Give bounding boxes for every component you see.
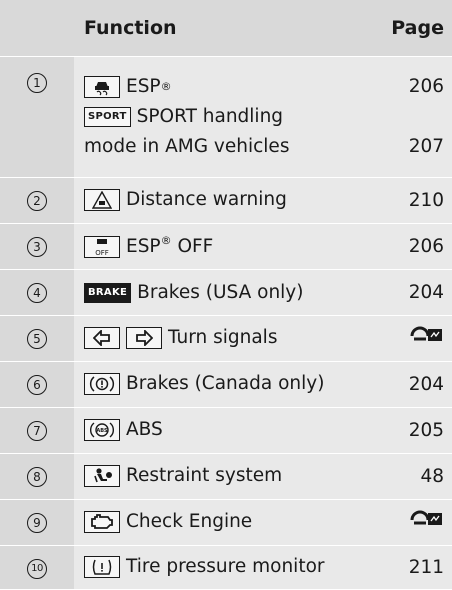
function-label: SPORT handling <box>136 106 284 127</box>
function-label: Brakes (USA only) <box>137 281 304 303</box>
function-label-suffix: OFF <box>171 236 214 257</box>
row-number: 7 <box>27 421 47 441</box>
function-label: Check Engine <box>126 511 253 532</box>
function-label: ESP <box>126 236 161 257</box>
row-number: 1 <box>27 72 47 93</box>
steering-wheel-display-icon <box>410 326 444 351</box>
esp-off-icon: OFF <box>84 236 120 258</box>
row-number: 2 <box>27 191 47 211</box>
function-label: Restraint system <box>126 465 283 486</box>
header-page: Page <box>360 0 452 57</box>
page-number: 48 <box>420 465 444 487</box>
check-engine-icon <box>84 511 120 533</box>
table-row: 8 Restraint system 48 <box>0 453 452 500</box>
row-number: 5 <box>27 329 47 349</box>
page-number: 210 <box>408 189 444 211</box>
function-label: Tire pressure monitor <box>126 556 325 577</box>
page-number: 204 <box>408 281 444 303</box>
page-number: 211 <box>408 556 444 578</box>
brake-warning-icon <box>84 373 120 395</box>
function-label: Distance warning <box>126 189 287 210</box>
page-number: 206 <box>408 235 444 257</box>
row-number: 4 <box>27 283 47 303</box>
brake-badge: BRAKE <box>84 282 132 303</box>
page-number: 204 <box>408 373 444 395</box>
steering-wheel-display-icon <box>410 510 444 535</box>
function-label: ABS <box>126 419 163 440</box>
table-row: 9 Check Engine <box>0 499 452 546</box>
table-row: 4 BRAKE Brakes (USA only) 204 <box>0 269 452 316</box>
function-label: mode in AMG vehicles <box>84 136 290 157</box>
table-header: Function Page <box>0 0 452 57</box>
turn-left-icon <box>84 327 120 349</box>
function-label: Turn signals <box>168 327 278 348</box>
esp-off-icon-text: OFF <box>95 249 109 257</box>
registered-mark: ® <box>160 234 172 247</box>
row-number: 8 <box>27 467 47 487</box>
table-row: 7 ABS ABS 205 <box>0 407 452 454</box>
function-label: ESP <box>126 76 161 97</box>
page-number: 205 <box>408 419 444 441</box>
page-number: 207 <box>408 136 444 157</box>
page-number: 206 <box>408 76 444 97</box>
esp-icon <box>84 75 120 98</box>
row-number: 3 <box>27 237 47 257</box>
table-row: 6 Brakes (Canada only) 204 <box>0 361 452 408</box>
table-row: 3 OFF ESP® OFF 206 <box>0 223 452 270</box>
table-row: 10 Tire pressure monitor 211 <box>0 545 452 590</box>
row-number: 10 <box>27 559 47 579</box>
distance-warning-icon <box>84 189 120 211</box>
header-number-cell <box>0 0 74 57</box>
tire-pressure-icon <box>84 556 120 578</box>
turn-right-icon <box>126 327 162 349</box>
abs-icon-text: ABS <box>96 428 108 434</box>
restraint-system-icon <box>84 465 120 487</box>
table-row: 5 Turn signals <box>0 315 452 362</box>
abs-icon: ABS <box>84 419 120 441</box>
header-function: Function <box>74 0 360 57</box>
sport-badge: SPORT <box>84 106 131 127</box>
table-row: 1 ESP ® SPORT SPORT handling mode in AMG … <box>0 56 452 178</box>
function-label: Brakes (Canada only) <box>126 373 325 394</box>
registered-mark: ® <box>160 80 172 93</box>
table-row: 2 Distance warning 210 <box>0 177 452 224</box>
row-number: 9 <box>27 513 47 533</box>
function-table: Function Page 1 ESP ® SPORT SPORT handlin… <box>0 0 452 590</box>
row-number: 6 <box>27 375 47 395</box>
